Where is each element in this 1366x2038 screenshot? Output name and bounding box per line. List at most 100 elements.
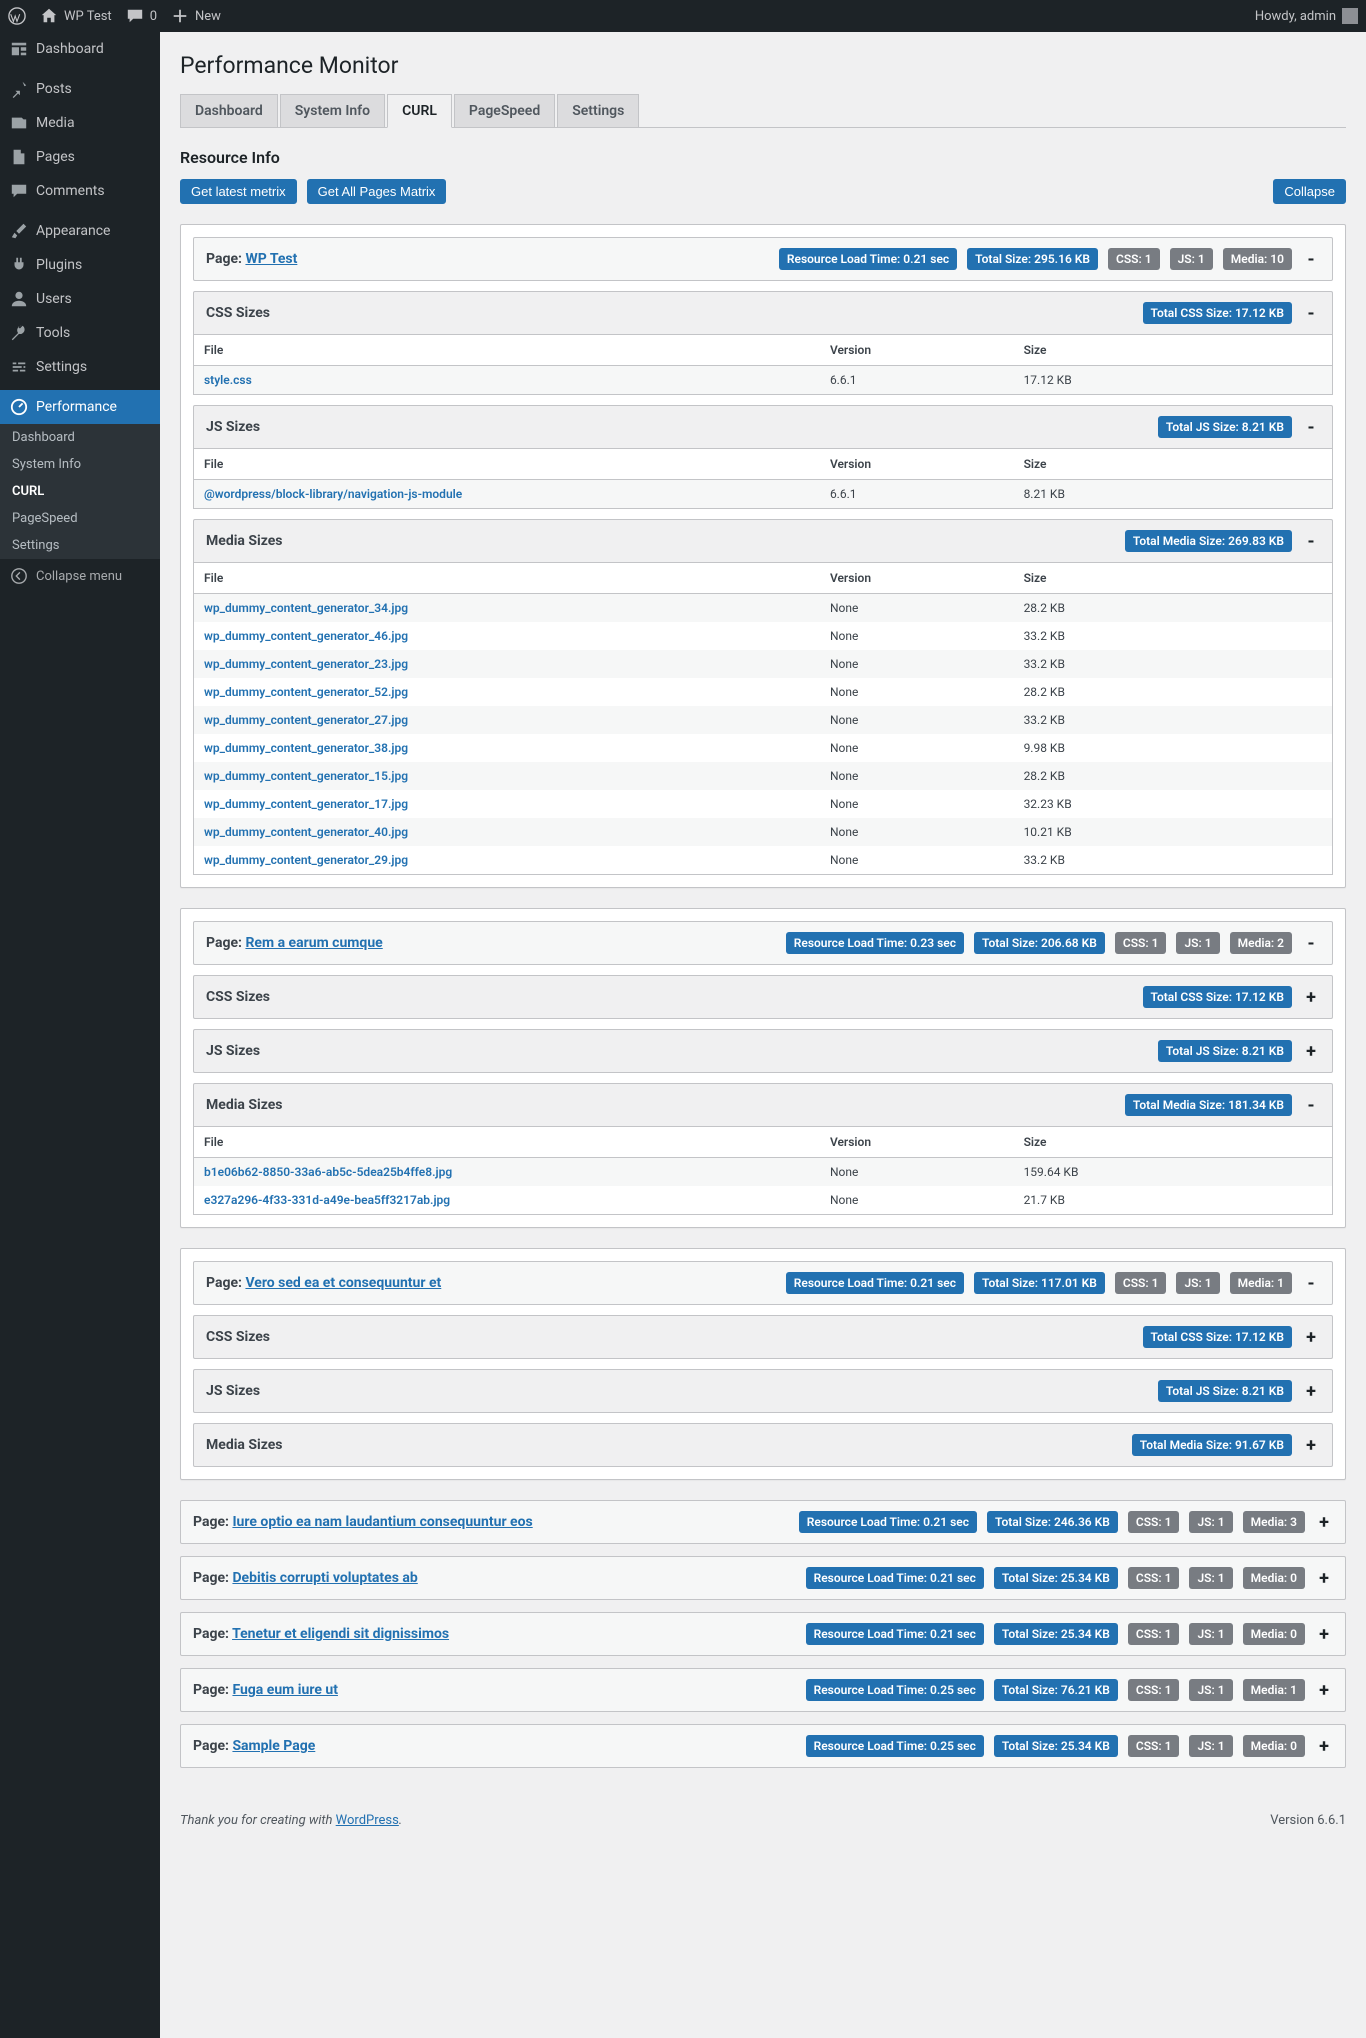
cell-size: 28.2 KB [1014,594,1333,623]
toggle-button[interactable]: - [1302,1273,1320,1294]
toggle-button[interactable]: + [1302,987,1320,1008]
cell-size: 17.12 KB [1014,366,1333,395]
cell-size: 33.2 KB [1014,650,1333,678]
site-name-link[interactable]: WP Test [40,7,112,25]
info-badge: Total Size: 25.34 KB [994,1623,1118,1645]
page-link[interactable]: Iure optio ea nam laudantium consequuntu… [232,1514,532,1530]
submenu-item-dashboard[interactable]: Dashboard [0,424,160,451]
tab-settings[interactable]: Settings [557,94,639,127]
toggle-button[interactable]: + [1302,1041,1320,1062]
collapse-all-button[interactable]: Collapse [1273,179,1346,204]
file-link[interactable]: wp_dummy_content_generator_23.jpg [204,657,408,671]
file-link[interactable]: @wordpress/block-library/navigation-js-m… [204,487,462,501]
count-badge: JS: 1 [1189,1511,1232,1533]
toggle-button[interactable]: + [1315,1568,1333,1589]
menu-item-plugins[interactable]: Plugins [0,248,160,282]
file-link[interactable]: e327a296-4f33-331d-a49e-bea5ff3217ab.jpg [204,1193,450,1207]
toggle-button[interactable]: - [1302,303,1320,324]
submenu-item-settings[interactable]: Settings [0,532,160,559]
menu-item-settings[interactable]: Settings [0,350,160,384]
toggle-button[interactable]: + [1302,1435,1320,1456]
file-link[interactable]: wp_dummy_content_generator_17.jpg [204,797,408,811]
tab-system-info[interactable]: System Info [280,94,385,127]
file-link[interactable]: wp_dummy_content_generator_46.jpg [204,629,408,643]
table-row: e327a296-4f33-331d-a49e-bea5ff3217ab.jpg… [194,1186,1333,1215]
total-badge: Total CSS Size: 17.12 KB [1143,302,1292,324]
comments-link[interactable]: 0 [126,7,157,25]
menu-item-pages[interactable]: Pages [0,140,160,174]
page-card: Page: Fuga eum iure ut Resource Load Tim… [180,1668,1346,1712]
account-link[interactable]: Howdy, admin [1255,8,1358,24]
tab-pagespeed[interactable]: PageSpeed [454,94,555,127]
page-header: Page: Iure optio ea nam laudantium conse… [180,1500,1346,1544]
info-badge: Resource Load Time: 0.21 sec [786,1272,964,1294]
menu-label: Pages [36,149,75,165]
section-header: Media Sizes Total Media Size: 91.67 KB + [193,1423,1333,1467]
info-badge: Total Size: 295.16 KB [967,248,1098,270]
plus-icon [171,7,189,25]
submenu-item-pagespeed[interactable]: PageSpeed [0,505,160,532]
page-link[interactable]: WP Test [245,251,297,267]
submenu-item-system-info[interactable]: System Info [0,451,160,478]
sliders-icon [10,358,28,376]
wordpress-link[interactable]: WordPress [336,1813,399,1828]
page-card: Page: Sample Page Resource Load Time: 0.… [180,1724,1346,1768]
toggle-button[interactable]: + [1302,1327,1320,1348]
page-link[interactable]: Fuga eum iure ut [232,1682,338,1698]
page-link[interactable]: Vero sed ea et consequuntur et [245,1275,441,1291]
toggle-button[interactable]: + [1315,1680,1333,1701]
toggle-button[interactable]: + [1302,1381,1320,1402]
table-row: wp_dummy_content_generator_27.jpg None 3… [194,706,1333,734]
file-link[interactable]: style.css [204,373,252,387]
toggle-button[interactable]: - [1302,417,1320,438]
file-link[interactable]: wp_dummy_content_generator_34.jpg [204,601,408,615]
cell-version: 6.6.1 [820,480,1014,509]
count-badge: CSS: 1 [1128,1679,1180,1701]
page-link[interactable]: Debitis corrupti voluptates ab [232,1570,417,1586]
file-link[interactable]: wp_dummy_content_generator_40.jpg [204,825,408,839]
menu-item-tools[interactable]: Tools [0,316,160,350]
toggle-button[interactable]: + [1315,1512,1333,1533]
toggle-button[interactable]: - [1302,1095,1320,1116]
pin-icon [10,80,28,98]
count-badge: Media: 0 [1243,1567,1305,1589]
toggle-button[interactable]: - [1302,933,1320,954]
tab-dashboard[interactable]: Dashboard [180,94,278,127]
file-link[interactable]: wp_dummy_content_generator_52.jpg [204,685,408,699]
menu-item-comments[interactable]: Comments [0,174,160,208]
menu-item-users[interactable]: Users [0,282,160,316]
page-link[interactable]: Tenetur et eligendi sit dignissimos [232,1626,449,1642]
page-name: Page: Iure optio ea nam laudantium conse… [193,1514,533,1530]
menu-item-appearance[interactable]: Appearance [0,214,160,248]
submenu-item-curl[interactable]: CURL [0,478,160,505]
toggle-button[interactable]: + [1315,1624,1333,1645]
collapse-menu-button[interactable]: Collapse menu [0,559,160,593]
toggle-button[interactable]: + [1315,1736,1333,1757]
toggle-button[interactable]: - [1302,531,1320,552]
page-name: Page: Fuga eum iure ut [193,1682,338,1698]
menu-item-posts[interactable]: Posts [0,72,160,106]
page-link[interactable]: Sample Page [232,1738,315,1754]
file-link[interactable]: b1e06b62-8850-33a6-ab5c-5dea25b4ffe8.jpg [204,1165,452,1179]
get-matrix-button[interactable]: Get All Pages Matrix [307,179,447,204]
wp-logo[interactable] [8,7,26,25]
page-name: Page: WP Test [206,251,297,267]
get-latest-button[interactable]: Get latest metrix [180,179,297,204]
cell-version: None [820,846,1014,875]
toggle-button[interactable]: - [1302,249,1320,270]
table-row: wp_dummy_content_generator_34.jpg None 2… [194,594,1333,623]
page-header: Page: Rem a earum cumque Resource Load T… [193,921,1333,965]
file-link[interactable]: wp_dummy_content_generator_27.jpg [204,713,408,727]
table-row: wp_dummy_content_generator_38.jpg None 9… [194,734,1333,762]
cell-size: 10.21 KB [1014,818,1333,846]
menu-item-dashboard[interactable]: Dashboard [0,32,160,66]
main-content: Performance Monitor DashboardSystem Info… [160,32,1366,2038]
tab-curl[interactable]: CURL [387,94,452,128]
file-link[interactable]: wp_dummy_content_generator_38.jpg [204,741,408,755]
file-link[interactable]: wp_dummy_content_generator_15.jpg [204,769,408,783]
page-link[interactable]: Rem a earum cumque [245,935,382,951]
menu-item-performance[interactable]: Performance [0,390,160,424]
new-content-link[interactable]: New [171,7,221,25]
file-link[interactable]: wp_dummy_content_generator_29.jpg [204,853,408,867]
menu-item-media[interactable]: Media [0,106,160,140]
